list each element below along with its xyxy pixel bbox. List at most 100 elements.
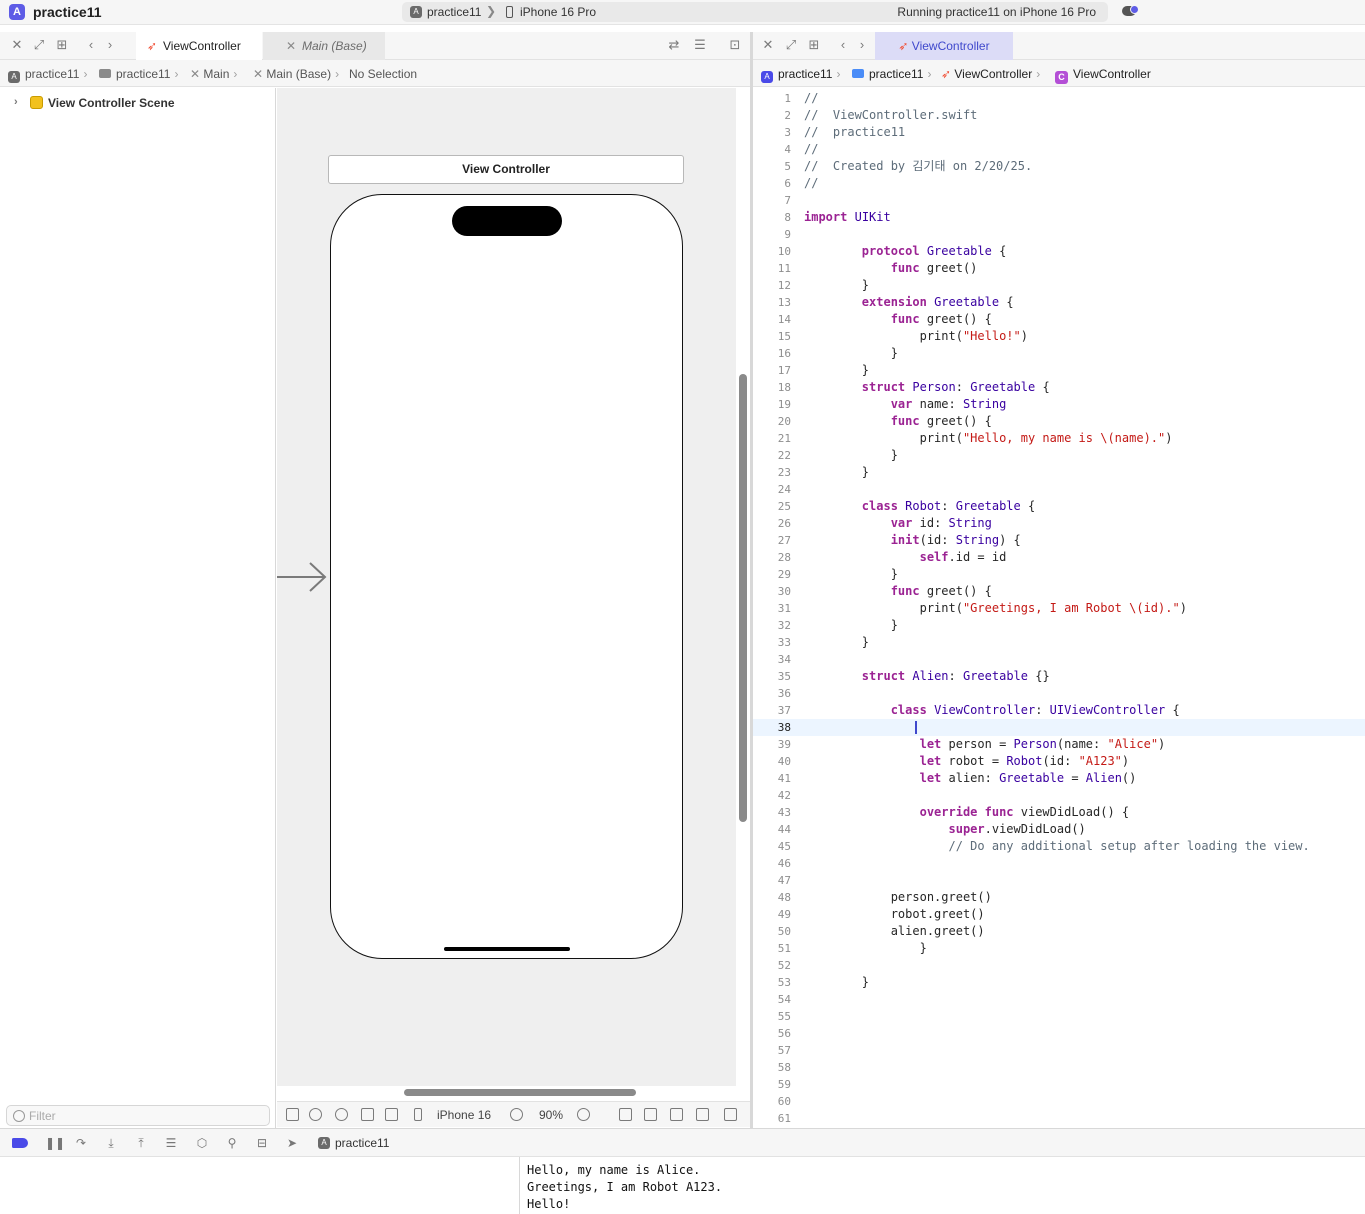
line-number[interactable]: 59 bbox=[753, 1076, 791, 1093]
code-line[interactable]: 33 } bbox=[753, 634, 1365, 651]
code-line[interactable]: 7 bbox=[753, 192, 1365, 209]
line-number[interactable]: 28 bbox=[753, 549, 791, 566]
code-line[interactable]: 19 var name: String bbox=[753, 396, 1365, 413]
code-text[interactable]: } bbox=[804, 447, 898, 464]
line-number[interactable]: 54 bbox=[753, 991, 791, 1008]
line-number[interactable]: 50 bbox=[753, 923, 791, 940]
code-line[interactable]: 49 robot.greet() bbox=[753, 906, 1365, 923]
code-line[interactable]: 26 var id: String bbox=[753, 515, 1365, 532]
code-line[interactable]: 25 class Robot: Greetable { bbox=[753, 498, 1365, 515]
line-number[interactable]: 45 bbox=[753, 838, 791, 855]
line-number[interactable]: 30 bbox=[753, 583, 791, 600]
code-line[interactable]: 5 // Created by 김기태 on 2/20/25. bbox=[753, 158, 1365, 175]
breadcrumb-item-storyboard-base[interactable]: ✕ Main (Base) › bbox=[253, 67, 339, 81]
line-number[interactable]: 3 bbox=[753, 124, 791, 141]
entry-point-arrow-icon[interactable] bbox=[277, 561, 329, 593]
embed-in-icon[interactable] bbox=[724, 1108, 737, 1121]
code-text[interactable]: print("Hello, my name is \(name).") bbox=[804, 430, 1173, 447]
line-number[interactable]: 27 bbox=[753, 532, 791, 549]
line-number[interactable]: 13 bbox=[753, 294, 791, 311]
size-class-icon[interactable] bbox=[385, 1108, 398, 1121]
code-text[interactable]: print("Greetings, I am Robot \(id).") bbox=[804, 600, 1187, 617]
code-text[interactable]: // practice11 bbox=[804, 124, 905, 141]
line-number[interactable]: 43 bbox=[753, 804, 791, 821]
grid-icon[interactable]: ⊞ bbox=[55, 38, 69, 52]
code-text[interactable]: let alien: Greetable = Alien() bbox=[804, 770, 1137, 787]
line-number[interactable]: 42 bbox=[753, 787, 791, 804]
code-line[interactable]: 34 bbox=[753, 651, 1365, 668]
line-number[interactable]: 49 bbox=[753, 906, 791, 923]
code-line[interactable]: 43 override func viewDidLoad() { bbox=[753, 804, 1365, 821]
code-text[interactable]: } bbox=[804, 464, 869, 481]
code-text[interactable]: let person = Person(name: "Alice") bbox=[804, 736, 1166, 753]
code-line[interactable]: 59 bbox=[753, 1076, 1365, 1093]
code-text[interactable]: import UIKit bbox=[804, 209, 891, 226]
code-line[interactable]: 11 func greet() bbox=[753, 260, 1365, 277]
code-line[interactable]: 24 bbox=[753, 481, 1365, 498]
code-text[interactable]: } bbox=[804, 940, 927, 957]
line-number[interactable]: 56 bbox=[753, 1025, 791, 1042]
code-line[interactable]: 60 bbox=[753, 1093, 1365, 1110]
line-number[interactable]: 26 bbox=[753, 515, 791, 532]
code-text[interactable]: // Do any additional setup after loading… bbox=[804, 838, 1310, 855]
code-line[interactable]: 10 protocol Greetable { bbox=[753, 243, 1365, 260]
line-number[interactable]: 25 bbox=[753, 498, 791, 515]
code-line[interactable]: 27 init(id: String) { bbox=[753, 532, 1365, 549]
editor-options-icon[interactable]: ☰ bbox=[693, 38, 707, 52]
code-text[interactable]: person.greet() bbox=[804, 889, 992, 906]
pause-icon[interactable]: ❚❚ bbox=[45, 1137, 65, 1149]
step-out-icon[interactable]: ⤒ bbox=[135, 1137, 147, 1149]
breadcrumb-item-class[interactable]: C ViewController bbox=[1055, 67, 1151, 84]
breadcrumb-item-project[interactable]: Apractice11 › bbox=[8, 67, 87, 83]
line-number[interactable]: 20 bbox=[753, 413, 791, 430]
scheme-selector[interactable]: A practice11 ❯ iPhone 16 Pro Running pra… bbox=[402, 2, 1108, 22]
forward-icon[interactable]: › bbox=[103, 38, 117, 52]
line-number[interactable]: 34 bbox=[753, 651, 791, 668]
code-text[interactable]: protocol Greetable { bbox=[804, 243, 1007, 260]
code-text[interactable]: let robot = Robot(id: "A123") bbox=[804, 753, 1130, 770]
code-text[interactable]: override func viewDidLoad() { bbox=[804, 804, 1130, 821]
code-text[interactable]: init(id: String) { bbox=[804, 532, 1021, 549]
line-number[interactable]: 60 bbox=[753, 1093, 791, 1110]
console-area[interactable]: Hello, my name is Alice. Greetings, I am… bbox=[0, 1157, 1365, 1214]
code-line[interactable]: 20 func greet() { bbox=[753, 413, 1365, 430]
code-line[interactable]: 48 person.greet() bbox=[753, 889, 1365, 906]
code-line[interactable]: 31 print("Greetings, I am Robot \(id).") bbox=[753, 600, 1365, 617]
line-number[interactable]: 5 bbox=[753, 158, 791, 175]
code-line[interactable]: 50 alien.greet() bbox=[753, 923, 1365, 940]
expand-icon[interactable]: ⤢ bbox=[32, 38, 46, 52]
line-number[interactable]: 52 bbox=[753, 957, 791, 974]
code-line[interactable]: 36 bbox=[753, 685, 1365, 702]
code-line[interactable]: 6 // bbox=[753, 175, 1365, 192]
code-line[interactable]: 3 // practice11 bbox=[753, 124, 1365, 141]
code-text[interactable]: struct Alien: Greetable {} bbox=[804, 668, 1050, 685]
step-into-icon[interactable]: ⤓ bbox=[105, 1137, 117, 1149]
line-number[interactable]: 55 bbox=[753, 1008, 791, 1025]
line-number[interactable]: 61 bbox=[753, 1110, 791, 1127]
vertical-scrollbar[interactable] bbox=[739, 374, 747, 822]
line-number[interactable]: 19 bbox=[753, 396, 791, 413]
debug-target[interactable]: practice11 bbox=[335, 1136, 389, 1150]
code-line[interactable]: 52 bbox=[753, 957, 1365, 974]
code-line[interactable]: 47 bbox=[753, 872, 1365, 889]
code-text[interactable]: // ViewController.swift bbox=[804, 107, 977, 124]
line-number[interactable]: 37 bbox=[753, 702, 791, 719]
breadcrumb-item-folder[interactable]: practice11 › bbox=[99, 67, 178, 81]
line-number[interactable]: 18 bbox=[753, 379, 791, 396]
line-number[interactable]: 22 bbox=[753, 447, 791, 464]
code-line[interactable]: 2 // ViewController.swift bbox=[753, 107, 1365, 124]
code-text[interactable]: func greet() { bbox=[804, 583, 992, 600]
line-number[interactable]: 41 bbox=[753, 770, 791, 787]
line-number[interactable]: 51 bbox=[753, 940, 791, 957]
code-line[interactable]: 30 func greet() { bbox=[753, 583, 1365, 600]
code-text[interactable]: } bbox=[804, 634, 869, 651]
line-number[interactable]: 6 bbox=[753, 175, 791, 192]
code-line[interactable]: 53 } bbox=[753, 974, 1365, 991]
line-number[interactable]: 17 bbox=[753, 362, 791, 379]
code-line[interactable]: 56 bbox=[753, 1025, 1365, 1042]
close-icon[interactable]: ✕ bbox=[10, 38, 24, 52]
line-number[interactable]: 15 bbox=[753, 328, 791, 345]
code-text[interactable]: var id: String bbox=[804, 515, 992, 532]
update-frames-icon[interactable] bbox=[619, 1108, 632, 1121]
code-line[interactable]: 29 } bbox=[753, 566, 1365, 583]
